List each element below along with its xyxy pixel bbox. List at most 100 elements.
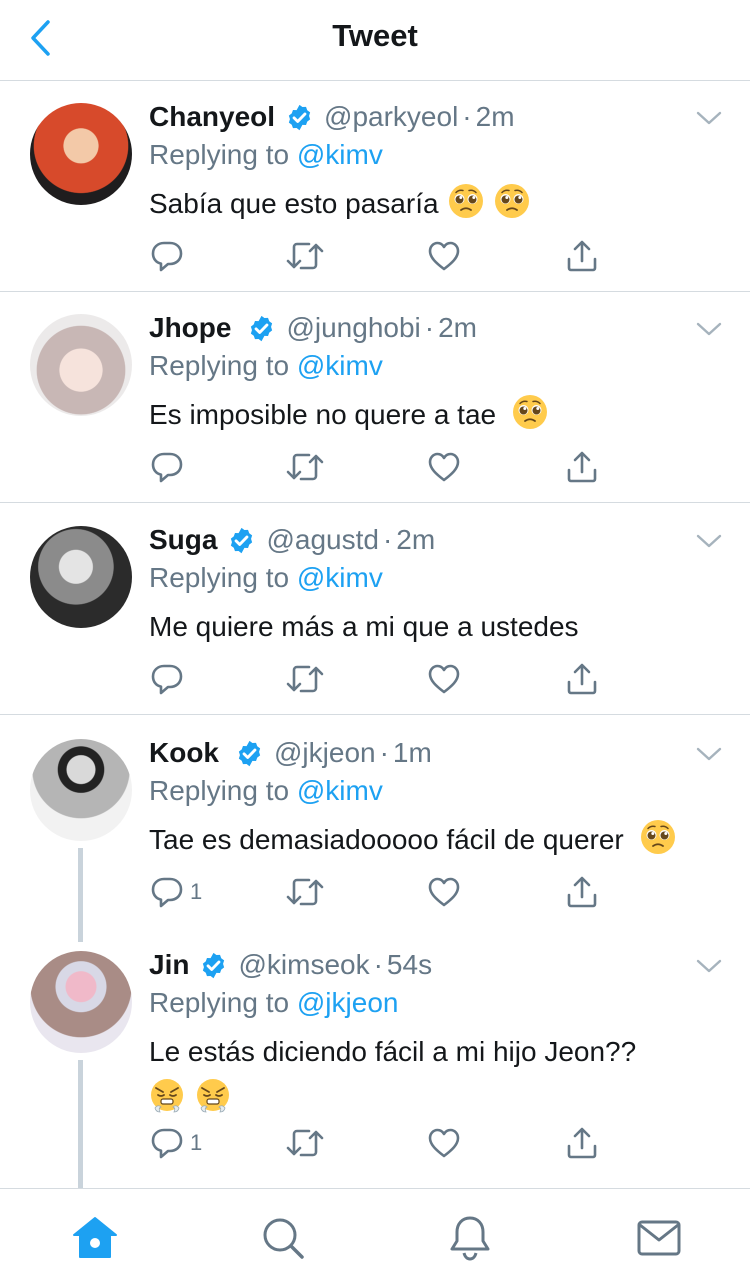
reply-button[interactable]: 1: [150, 872, 202, 912]
replying-to: Replying to @kimv: [149, 775, 383, 807]
retweet-icon: [285, 1126, 325, 1160]
retweet-button[interactable]: [285, 872, 325, 912]
tweet-actions: [150, 236, 610, 276]
user-handle[interactable]: @agustd: [266, 524, 379, 556]
separator-dot: ·: [462, 101, 472, 132]
tweet-suga[interactable]: Suga @agustd · 2m Replying to @kimv Me q…: [0, 503, 750, 715]
huffing-face-icon: [195, 1078, 231, 1114]
tweet-jhope[interactable]: Jhope @junghobi · 2m Replying to @kimv E…: [0, 292, 750, 503]
like-button[interactable]: [427, 1123, 461, 1163]
tweet-actions: 1: [150, 1123, 610, 1163]
timestamp: 2m: [438, 312, 478, 343]
separator-dot: ·: [379, 737, 389, 768]
reply-button[interactable]: [150, 447, 184, 487]
display-name[interactable]: Chanyeol: [149, 101, 275, 133]
heart-icon: [427, 450, 461, 484]
tweet-text-content: Es imposible no quere a tae: [149, 399, 497, 430]
display-name[interactable]: Kook: [149, 737, 219, 769]
verified-badge-icon: [285, 103, 314, 132]
avatar[interactable]: [30, 526, 132, 628]
bottom-tab-bar: [0, 1188, 750, 1287]
reply-icon: [150, 239, 184, 273]
share-button[interactable]: [565, 659, 599, 699]
chevron-down-icon[interactable]: [694, 956, 724, 976]
timestamp: 2m: [396, 524, 436, 555]
retweet-button[interactable]: [285, 236, 325, 276]
replying-to-handle[interactable]: @jkjeon: [297, 987, 399, 1018]
verified-badge-icon: [247, 314, 276, 343]
retweet-icon: [285, 450, 325, 484]
chevron-down-icon[interactable]: [694, 108, 724, 128]
chevron-down-icon[interactable]: [694, 531, 724, 551]
avatar[interactable]: [30, 314, 132, 416]
replying-to-handle[interactable]: @kimv: [297, 350, 383, 381]
chevron-down-icon[interactable]: [694, 319, 724, 339]
tweet-actions: [150, 659, 610, 699]
reply-count: 1: [190, 1130, 203, 1155]
tweet-text-content: Sabía que esto pasaría: [149, 188, 439, 219]
share-button[interactable]: [565, 872, 599, 912]
replying-to-label: Replying to: [149, 987, 290, 1018]
tweet-actions: [150, 447, 610, 487]
user-handle[interactable]: @jkjeon: [274, 737, 376, 769]
display-name[interactable]: Jin: [149, 949, 189, 981]
share-icon: [565, 239, 599, 273]
share-button[interactable]: [565, 447, 599, 487]
replying-to-handle[interactable]: @kimv: [297, 562, 383, 593]
reply-button[interactable]: [150, 659, 184, 699]
avatar[interactable]: [30, 951, 132, 1053]
heart-icon: [427, 875, 461, 909]
reply-icon: [150, 662, 184, 696]
tweet-jin[interactable]: Jin @kimseok · 54s Replying to @jkjeon L…: [0, 927, 750, 1187]
notifications-icon: [450, 1216, 490, 1261]
user-handle[interactable]: @parkyeol: [324, 101, 458, 133]
user-handle[interactable]: @junghobi: [286, 312, 420, 344]
avatar[interactable]: [30, 103, 132, 205]
tweet-kook[interactable]: Kook @jkjeon · 1m Replying to @kimv Tae …: [0, 715, 750, 927]
display-name[interactable]: Jhope: [149, 312, 231, 344]
tweet-chanyeol[interactable]: Chanyeol @parkyeol · 2m Replying to @kim…: [0, 81, 750, 292]
tweet-actions: 1: [150, 872, 610, 912]
tab-search[interactable]: [258, 1213, 308, 1263]
replying-to-handle[interactable]: @kimv: [297, 775, 383, 806]
huffing-face-icon: [149, 1078, 185, 1114]
like-button[interactable]: [427, 236, 461, 276]
avatar[interactable]: [30, 739, 132, 841]
timestamp: 2m: [475, 101, 515, 132]
heart-icon: [427, 662, 461, 696]
reply-icon: [150, 450, 184, 484]
retweet-button[interactable]: [285, 1123, 325, 1163]
verified-badge-icon: [227, 526, 256, 555]
reply-button[interactable]: [150, 236, 184, 276]
like-button[interactable]: [427, 447, 461, 487]
reply-button[interactable]: 1: [150, 1123, 202, 1163]
user-handle[interactable]: @kimseok: [238, 949, 369, 981]
tweet-text-content: Me quiere más a mi que a ustedes: [149, 611, 579, 642]
chevron-down-icon[interactable]: [694, 744, 724, 764]
verified-badge-icon: [199, 951, 228, 980]
retweet-button[interactable]: [285, 659, 325, 699]
timestamp: 54s: [386, 949, 433, 980]
reply-count: 1: [190, 879, 203, 904]
tab-home[interactable]: [70, 1213, 120, 1263]
display-name[interactable]: Suga: [149, 524, 217, 556]
replying-to-label: Replying to: [149, 775, 290, 806]
like-button[interactable]: [427, 872, 461, 912]
tweet-text: Tae es demasiadooooo fácil de querer: [149, 816, 729, 863]
messages-icon: [637, 1220, 681, 1256]
share-button[interactable]: [565, 236, 599, 276]
pleading-face-icon: [494, 183, 530, 219]
retweet-icon: [285, 239, 325, 273]
tweet-text-content: Le estás diciendo fácil a mi hijo Jeon??: [149, 1036, 637, 1067]
retweet-button[interactable]: [285, 447, 325, 487]
replying-to-handle[interactable]: @kimv: [297, 139, 383, 170]
like-button[interactable]: [427, 659, 461, 699]
tab-notifications[interactable]: [445, 1213, 495, 1263]
share-icon: [565, 1126, 599, 1160]
replying-to: Replying to @jkjeon: [149, 987, 398, 1019]
share-button[interactable]: [565, 1123, 599, 1163]
separator-dot: ·: [382, 524, 393, 555]
page-title: Tweet: [332, 18, 418, 53]
share-icon: [565, 662, 599, 696]
tab-messages[interactable]: [634, 1213, 684, 1263]
